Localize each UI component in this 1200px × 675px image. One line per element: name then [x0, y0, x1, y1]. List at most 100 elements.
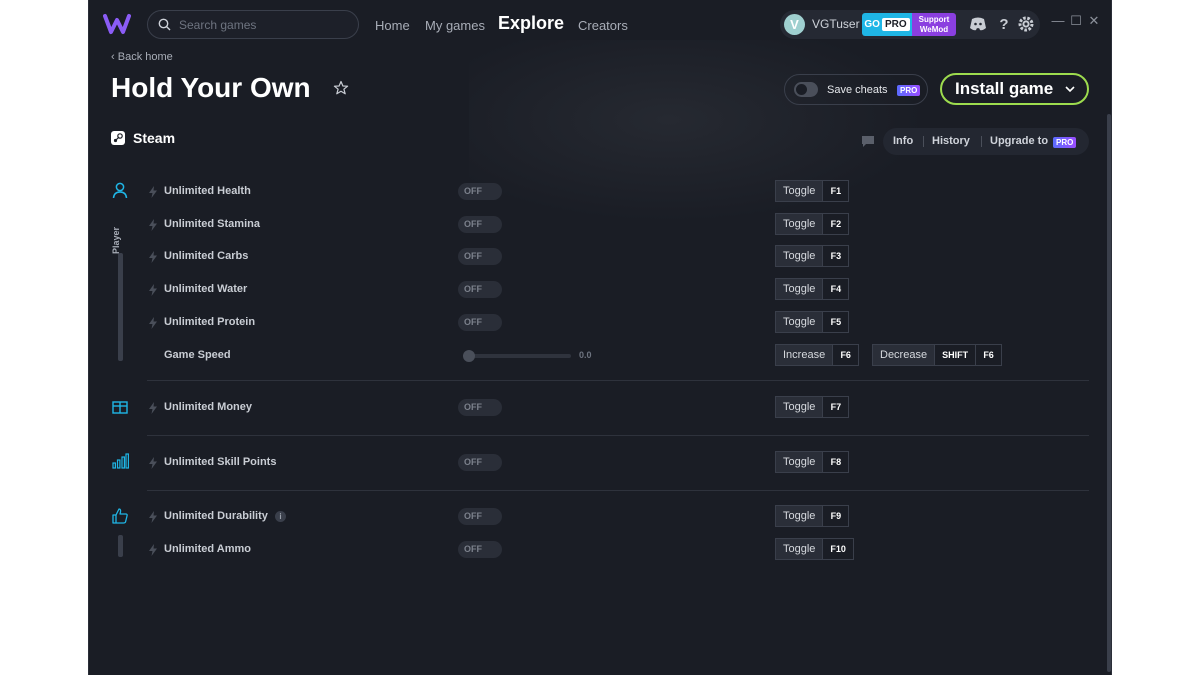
support-wemod-button[interactable]: Support WeMod [912, 13, 956, 36]
nav-my-games[interactable]: My games [425, 18, 485, 33]
support-line-2: WeMod [919, 25, 949, 34]
search-icon [158, 18, 171, 31]
hotkey-action: Toggle [776, 246, 823, 266]
bolt-icon [149, 284, 157, 296]
back-label: Back home [117, 51, 173, 63]
cheat-row-unlimited-protein: Unlimited Protein OFF Toggle F5 [147, 311, 1089, 335]
close-button[interactable]: ✕ [1087, 14, 1101, 28]
nav-home[interactable]: Home [375, 18, 410, 33]
tab-info[interactable]: Info [893, 135, 913, 147]
save-cheats-label: Save cheats [827, 84, 888, 96]
save-cheats-switch[interactable] [794, 82, 818, 97]
support-line-1: Support [918, 15, 950, 24]
go-pro-prefix: GO [864, 19, 880, 30]
hotkey-modifier: SHIFT [934, 345, 976, 365]
cheat-toggle-switch[interactable]: OFF [458, 399, 502, 416]
nav-explore[interactable]: Explore [498, 13, 564, 34]
svg-text:?: ? [999, 16, 1008, 33]
bolt-icon [149, 402, 157, 414]
go-pro-button[interactable]: GO PRO [862, 13, 912, 36]
cheat-name: Unlimited Ammo [164, 543, 251, 555]
category-divider [147, 490, 1089, 491]
minimize-button[interactable]: — [1051, 14, 1065, 28]
avatar[interactable]: V [784, 14, 805, 35]
hotkey-decrease[interactable]: Decrease SHIFT F6 [872, 344, 1003, 366]
category-scroll-marker [118, 253, 123, 361]
cheat-toggle-switch[interactable]: OFF [458, 508, 502, 525]
slider-handle[interactable] [463, 350, 475, 362]
hotkey-key: F6 [975, 345, 1002, 365]
cheat-row-unlimited-money: Unlimited Money OFF Toggle F7 [147, 396, 1089, 420]
cheat-name: Unlimited Health [164, 185, 251, 197]
cheat-row-game-speed: Game Speed 0.0 Increase F6 Decrease SHIF… [147, 344, 1089, 368]
discord-icon[interactable] [969, 15, 987, 33]
info-icon[interactable]: i [275, 511, 286, 522]
cheat-row-unlimited-skill-points: Unlimited Skill Points OFF Toggle F8 [147, 451, 1089, 475]
search-box[interactable] [147, 10, 359, 39]
hotkey-toggle[interactable]: Toggle F9 [775, 505, 850, 527]
hotkey-toggle[interactable]: Toggle F8 [775, 451, 850, 473]
cheat-toggle-switch[interactable]: OFF [458, 454, 502, 471]
cheat-row-unlimited-ammo: Unlimited Ammo OFF Toggle F10 [147, 538, 1089, 562]
go-pro-badge: PRO [881, 18, 910, 31]
back-home-link[interactable]: ‹ Back home [111, 51, 173, 63]
cheat-toggle-switch[interactable]: OFF [458, 281, 502, 298]
nav-creators[interactable]: Creators [578, 18, 628, 33]
hotkey-action: Toggle [776, 539, 823, 559]
gear-icon[interactable] [1017, 15, 1035, 33]
hotkey-toggle[interactable]: Toggle F10 [775, 538, 854, 560]
bolt-icon [149, 251, 157, 263]
hotkey-action: Toggle [776, 181, 823, 201]
hotkey-toggle[interactable]: Toggle F5 [775, 311, 850, 333]
cheat-toggle-switch[interactable]: OFF [458, 314, 502, 331]
cheat-name: Unlimited Durability [164, 510, 268, 522]
hotkey-action: Toggle [776, 279, 823, 299]
install-label: Install game [955, 79, 1054, 98]
tab-upgrade[interactable]: Upgrade to [990, 135, 1048, 147]
cheat-toggle-switch[interactable]: OFF [458, 216, 502, 233]
cheat-name: Unlimited Money [164, 401, 253, 413]
hotkey-toggle[interactable]: Toggle F3 [775, 245, 850, 267]
category-scroll-marker [118, 535, 123, 557]
category-player-label: Player [111, 226, 121, 254]
install-game-button[interactable]: Install game [940, 73, 1089, 105]
maximize-button[interactable]: ☐ [1069, 14, 1083, 28]
bolt-icon [149, 544, 157, 556]
help-icon[interactable]: ? [995, 15, 1013, 33]
scrollbar[interactable] [1107, 114, 1111, 672]
game-speed-slider[interactable] [463, 350, 571, 362]
tab-history[interactable]: History [932, 135, 970, 147]
chevron-left-icon: ‹ [111, 51, 118, 63]
hotkey-toggle[interactable]: Toggle F4 [775, 278, 850, 300]
chat-icon[interactable] [861, 135, 875, 148]
hotkey-key: F3 [822, 246, 849, 266]
cheat-toggle-switch[interactable]: OFF [458, 248, 502, 265]
cheat-toggle-switch[interactable]: OFF [458, 541, 502, 558]
hotkey-increase[interactable]: Increase F6 [775, 344, 860, 366]
search-input[interactable] [179, 17, 339, 32]
cheat-toggle-switch[interactable]: OFF [458, 183, 502, 200]
platform-label: Steam [111, 130, 175, 146]
hotkey-toggle[interactable]: Toggle F7 [775, 396, 850, 418]
save-cheats-toggle[interactable]: Save cheats PRO [784, 74, 928, 105]
bolt-icon [149, 219, 157, 231]
hotkey-key: F2 [822, 214, 849, 234]
top-bar: Home My games Explore Creators V VGTuser… [89, 0, 1111, 48]
hotkey-toggle[interactable]: Toggle F1 [775, 180, 850, 202]
category-divider [147, 380, 1089, 381]
hotkey-action: Toggle [776, 214, 823, 234]
stats-bars-icon [112, 453, 129, 469]
hotkey-toggle[interactable]: Toggle F2 [775, 213, 850, 235]
cheat-name: Unlimited Skill Points [164, 456, 277, 468]
tab-separator [981, 136, 982, 147]
user-menu[interactable]: V VGTuser GO PRO Support WeMod ? [780, 10, 1040, 39]
player-icon [112, 182, 128, 199]
cheat-row-unlimited-stamina: Unlimited Stamina OFF Toggle F2 [147, 213, 1089, 237]
favorite-star-icon[interactable] [333, 80, 349, 96]
cheat-row-unlimited-water: Unlimited Water OFF Toggle F4 [147, 278, 1089, 302]
wemod-logo-icon[interactable] [103, 12, 131, 36]
username[interactable]: VGTuser [812, 17, 860, 31]
info-tabs: Info History Upgrade to PRO [883, 128, 1089, 155]
hotkey-key: F9 [822, 506, 849, 526]
hotkey-key: F5 [822, 312, 849, 332]
